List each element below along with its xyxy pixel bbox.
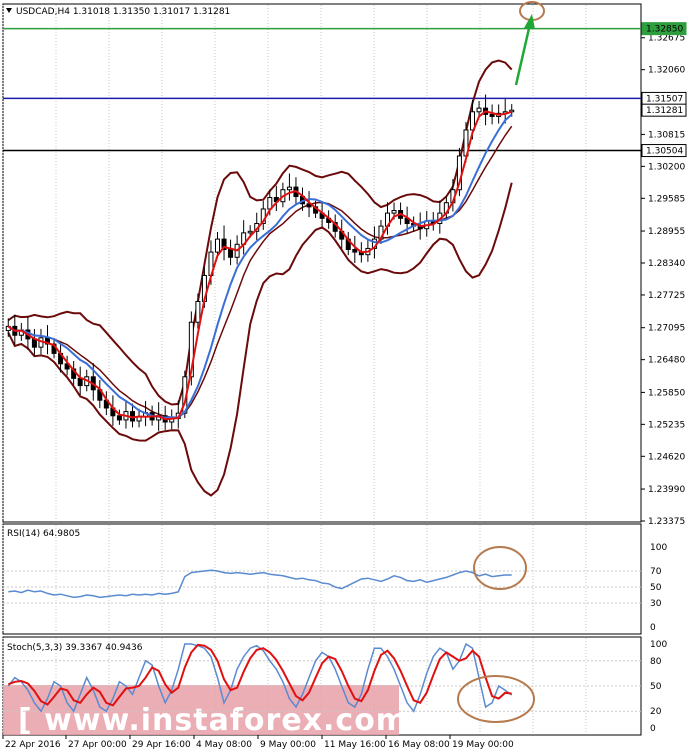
rsi-tick-label: 30 (650, 599, 662, 609)
candle-body (116, 415, 122, 421)
forex-chart: [ www.instaforex.com ] 1.32675 1.32060 1.3… (2, 1, 687, 750)
candle-body (228, 248, 234, 258)
stoch-title: Stoch(5,3,3) 39.3367 40.9436 (7, 643, 143, 653)
rsi-tick-label: 70 (650, 567, 662, 577)
y-tick-label: 1.23990 (648, 485, 685, 495)
candle-body (77, 377, 83, 387)
stoch-tick-label: 20 (650, 707, 662, 717)
y-tick-label: 1.26480 (648, 356, 685, 366)
rsi-panel-frame (2, 523, 642, 635)
x-tick-label: 19 May 00:00 (452, 740, 514, 750)
main-panel-frame (2, 3, 642, 523)
rsi-y-axis: 100 70 50 30 0 (650, 543, 667, 633)
price-tag-label: 1.32850 (646, 25, 683, 35)
candle-body (286, 186, 292, 191)
y-tick-label: 1.27725 (648, 291, 685, 301)
price-tag-label: 1.31281 (646, 106, 683, 116)
y-tick-label: 1.30200 (648, 162, 685, 172)
candle-body (489, 113, 495, 117)
x-tick-label: 16 May 08:00 (388, 740, 450, 750)
x-tick-label: 27 Apr 00:00 (68, 740, 127, 750)
rsi-tick-label: 50 (650, 583, 662, 593)
x-tick-label: 9 May 00:00 (260, 740, 316, 750)
candle-body (195, 300, 201, 323)
stoch-tick-label: 100 (650, 640, 667, 650)
candle-body (247, 230, 253, 234)
price-tag-label: 1.30504 (646, 147, 683, 157)
candle-body (215, 238, 220, 253)
y-tick-label: 1.24620 (648, 452, 685, 462)
y-tick-label: 1.29585 (648, 194, 685, 204)
stoch-tick-label: 50 (650, 682, 662, 692)
y-tick-label: 1.27095 (648, 324, 685, 334)
y-tick-label: 1.28955 (648, 227, 685, 237)
y-tick-label: 1.23375 (648, 517, 685, 527)
main-chart-title: USDCAD,H4 1.31018 1.31350 1.31017 1.3128… (16, 7, 230, 17)
candle-body (352, 248, 358, 253)
y-tick-label: 1.32675 (648, 34, 685, 44)
candle-body (476, 107, 482, 113)
watermark-text: [ www.instaforex.com ] (18, 703, 434, 738)
x-tick-label: 11 May 16:00 (324, 740, 386, 750)
x-tick-label: 29 Apr 16:00 (132, 740, 191, 750)
y-tick-label: 1.25235 (648, 420, 685, 430)
candle-body (391, 210, 397, 214)
y-tick-label: 1.25850 (648, 388, 685, 398)
x-tick-label: 22 Apr 2016 (5, 740, 61, 750)
stoch-tick-label: 0 (650, 724, 656, 734)
stoch-tick-label: 80 (650, 657, 662, 667)
y-tick-label: 1.28340 (648, 259, 685, 269)
y-tick-label: 1.32060 (648, 66, 685, 76)
price-tag-label: 1.31507 (646, 94, 683, 104)
rsi-tick-label: 100 (650, 543, 667, 553)
x-tick-label: 4 May 08:00 (196, 740, 252, 750)
stoch-y-axis: 100 80 50 20 0 (650, 640, 667, 734)
rsi-tick-label: 0 (650, 623, 656, 633)
rsi-title: RSI(14) 64.9805 (7, 529, 80, 539)
y-tick-label: 1.30815 (648, 130, 685, 140)
